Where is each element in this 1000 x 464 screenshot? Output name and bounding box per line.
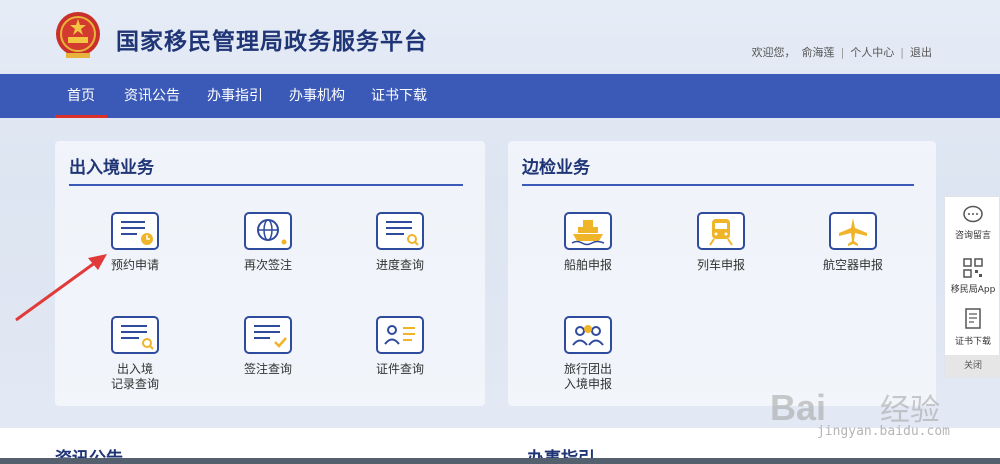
service-endorsement-query[interactable]: 签注查询 [223, 316, 313, 377]
username: 俞海莲 [801, 46, 835, 59]
id-card-icon [376, 316, 424, 354]
service-label: 证件查询 [375, 362, 424, 376]
nav-news[interactable]: 资讯公告 [124, 74, 180, 118]
service-label: 签注查询 [243, 362, 292, 376]
main-nav: 首页 资讯公告 办事指引 办事机构 证书下载 [0, 74, 1000, 118]
nav-guide[interactable]: 办事指引 [207, 74, 263, 118]
service-ship-declaration[interactable]: 船舶申报 [543, 212, 633, 273]
certificate-icon [965, 308, 981, 329]
floatbar-close-button[interactable]: 关闭 [945, 355, 1000, 377]
service-tour-group-declaration[interactable]: 旅行团出 入境申报 [543, 316, 633, 392]
service-label: 进度查询 [375, 258, 424, 272]
group-icon [564, 316, 612, 354]
panel-divider [69, 184, 463, 186]
service-aircraft-declaration[interactable]: 航空器申报 [808, 212, 898, 273]
user-center-link[interactable]: 个人中心 [850, 44, 894, 60]
floating-sidebar: 咨询留言 移民局App 证书下载 关闭 [944, 196, 1000, 378]
user-bar: 欢迎您， 俞海莲 | 个人中心 | 退出 [752, 44, 932, 60]
service-label: 旅行团出 入境申报 [563, 362, 612, 391]
service-appointment[interactable]: 预约申请 [90, 212, 180, 273]
taskbar [0, 458, 1000, 464]
service-label: 预约申请 [110, 258, 159, 272]
header: 国家移民管理局政务服务平台 欢迎您， 俞海莲 | 个人中心 | 退出 [0, 0, 1000, 74]
form-search-icon [111, 316, 159, 354]
welcome-text: 欢迎您， [751, 46, 796, 59]
certificate-download-button[interactable]: 证书下载 [945, 307, 1000, 347]
form-clock-icon [111, 212, 159, 250]
ship-icon [564, 212, 612, 250]
airplane-icon [829, 212, 877, 250]
nav-certificate-download[interactable]: 证书下载 [371, 74, 427, 118]
service-label: 再次签注 [243, 258, 292, 272]
national-emblem-icon [56, 12, 100, 58]
form-check-icon [244, 316, 292, 354]
service-progress-query[interactable]: 进度查询 [355, 212, 445, 273]
floatbar-label: 移民局App [950, 285, 996, 295]
qr-code-icon [963, 258, 983, 278]
app-qr-button[interactable]: 移民局App [945, 257, 1000, 295]
service-document-query[interactable]: 证件查询 [355, 316, 445, 377]
divider: | [840, 45, 845, 59]
consult-message-button[interactable]: 咨询留言 [945, 205, 1000, 241]
panel-divider [522, 184, 914, 186]
service-label: 航空器申报 [822, 258, 883, 272]
service-label: 列车申报 [696, 258, 745, 272]
chat-bubble-icon [963, 205, 983, 223]
nav-home[interactable]: 首页 [55, 74, 107, 118]
border-inspection-panel: 边检业务 船舶申报 列车申报 航空器申报 旅行团出 入境申报 [508, 141, 936, 406]
site-title: 国家移民管理局政务服务平台 [116, 29, 428, 55]
globe-icon [244, 212, 292, 250]
entry-exit-panel: 出入境业务 预约申请 再次签注 进度查询 出入境 记录查询 签注查询 证件查询 [55, 141, 485, 406]
divider: | [900, 45, 904, 59]
service-label: 出入境 记录查询 [110, 362, 159, 391]
train-icon [697, 212, 745, 250]
service-train-declaration[interactable]: 列车申报 [676, 212, 766, 273]
logout-link[interactable]: 退出 [910, 44, 932, 60]
floatbar-label: 证书下载 [954, 337, 991, 347]
service-label: 船舶申报 [563, 258, 612, 272]
service-re-endorsement[interactable]: 再次签注 [223, 212, 313, 273]
watermark-url: jingyan.baidu.com [816, 424, 950, 439]
service-entry-exit-records[interactable]: 出入境 记录查询 [90, 316, 180, 392]
panel-title: 出入境业务 [69, 158, 154, 178]
panel-title: 边检业务 [522, 158, 590, 178]
form-search-icon [376, 212, 424, 250]
nav-offices[interactable]: 办事机构 [289, 74, 345, 118]
floatbar-label: 咨询留言 [954, 231, 991, 241]
